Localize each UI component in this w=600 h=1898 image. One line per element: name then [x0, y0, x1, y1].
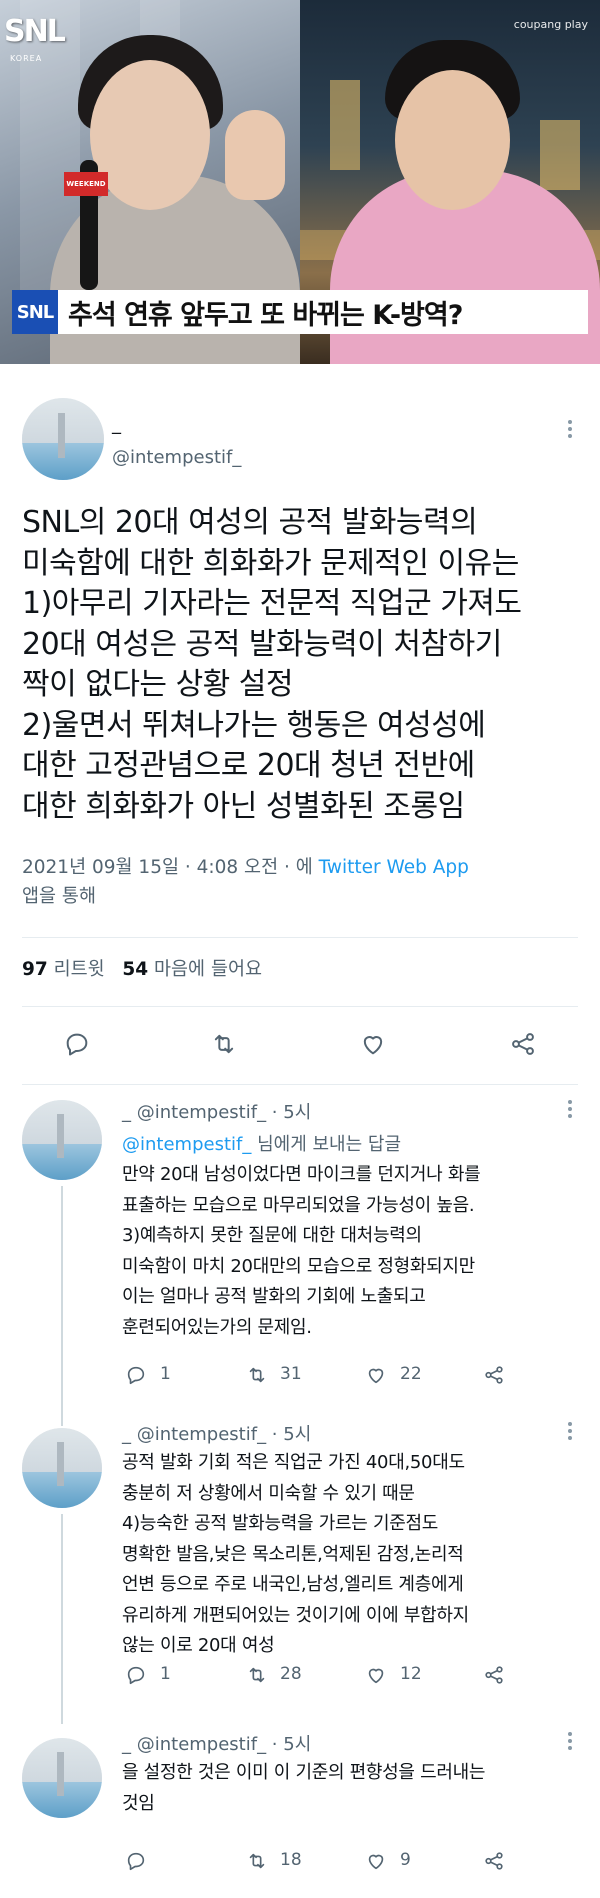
tweet-line: 대한 고정관념으로 20대 청년 전반에	[22, 748, 475, 783]
handle[interactable]: @intempestif_	[112, 447, 241, 468]
avatar[interactable]	[22, 1738, 102, 1818]
retweet-count[interactable]: 97	[22, 959, 48, 980]
divider	[22, 1006, 578, 1007]
more-icon[interactable]	[568, 1422, 574, 1443]
share-icon[interactable]	[482, 1364, 506, 1386]
city-lights	[540, 120, 580, 190]
reply-line: 3)예측하지 못한 질문에 대한 대처능력의	[122, 1225, 422, 1246]
like-count: 12	[400, 1664, 422, 1684]
tweet-meta: 2021년 09월 15일 · 4:08 오전 · 에 Twitter Web …	[22, 853, 582, 911]
reply-icon[interactable]	[124, 1364, 148, 1386]
reply-line: 것임	[122, 1792, 155, 1814]
reply-icon[interactable]	[124, 1664, 148, 1686]
tweet-line: 미숙함에 대한 희화화가 문제적인 이유는	[22, 545, 519, 581]
thread-line	[61, 1514, 63, 1724]
engagement-stats: 97 리트윗 54 마음에 들어요	[22, 955, 262, 981]
mic-flag: WEEKEND	[64, 172, 108, 196]
tweet-line: 1)아무리 기자라는 전문적 직업군 가져도	[22, 586, 522, 621]
reply-line: 명확한 발음,낮은 목소리톤,억제된 감정,논리적	[122, 1543, 464, 1565]
source-app-link[interactable]: Twitter Web App	[319, 857, 469, 878]
reply-text: 을 설정한 것은 이미 이 기준의 편향성을 드러내는 것임	[122, 1758, 485, 1819]
more-icon[interactable]	[568, 420, 574, 441]
reply-count: 1	[160, 1364, 171, 1384]
retweet-count: 18	[280, 1850, 302, 1870]
replying-to-suffix: 님에게 보내는 답글	[257, 1134, 402, 1155]
reply-text: 공적 발화 기회 적은 직업군 가진 40대,50대도 충분히 저 상황에서 미…	[122, 1448, 469, 1662]
retweet-icon[interactable]	[244, 1364, 270, 1386]
like-icon[interactable]	[364, 1364, 388, 1386]
mention-link[interactable]: @intempestif_	[122, 1134, 251, 1155]
divider	[22, 1084, 578, 1085]
reply-line: 충분히 저 상황에서 미숙할 수 있기 때문	[122, 1482, 415, 1504]
retweet-label[interactable]: 리트윗	[54, 959, 105, 980]
like-icon[interactable]	[364, 1850, 388, 1872]
tweet-line: 2)울면서 뛰쳐나가는 행동은 여성성에	[22, 707, 486, 743]
like-count[interactable]: 54	[122, 959, 148, 980]
city-lights	[330, 80, 360, 170]
reply-line: 표출하는 모습으로 마무리되었을 가능성이 높음.	[122, 1194, 475, 1216]
retweet-icon[interactable]	[208, 1030, 240, 1058]
header-screenshot: WEEKEND SNL KOREA coupang play SNL 추석 연휴…	[0, 0, 600, 364]
timestamp[interactable]: 2021년 09월 15일 · 4:08 오전 · 에	[22, 857, 313, 878]
reply-line: 이는 얼마나 공적 발화의 기회에 노출되고	[122, 1286, 426, 1307]
reply-line: 만약 20대 남성이었다면 마이크를 던지거나 화를	[122, 1164, 481, 1185]
avatar[interactable]	[22, 1428, 102, 1508]
retweet-icon[interactable]	[244, 1664, 270, 1686]
reply-header[interactable]: _ @intempestif_ · 5시	[122, 1730, 311, 1756]
tweet-line: 20대 여성은 공적 발화능력이 처참하기	[22, 626, 502, 662]
display-name[interactable]: _	[112, 414, 121, 435]
coupang-play-watermark: coupang play	[513, 18, 588, 31]
reply-count: 1	[160, 1664, 171, 1684]
reply-line: 4)능숙한 공적 발화능력을 가르는 기준점도	[122, 1513, 438, 1534]
share-icon[interactable]	[482, 1850, 506, 1872]
snl-logo: SNL	[4, 14, 66, 49]
tweet-line: 짝이 없다는 상황 설정	[22, 667, 294, 702]
retweet-icon[interactable]	[244, 1850, 270, 1872]
reply-line: 유리하게 개편되어있는 것이기에 이에 부합하지	[122, 1604, 469, 1626]
like-count: 9	[400, 1850, 411, 1870]
source-app-suffix: 앱을 통해	[22, 886, 96, 907]
caption-badge: SNL	[12, 290, 58, 334]
reply-line: 공적 발화 기회 적은 직업군 가진 40대,50대도	[122, 1452, 465, 1473]
news-caption-bar: SNL 추석 연휴 앞두고 또 바뀌는 K-방역?	[12, 290, 588, 334]
thread-line	[61, 1186, 63, 1426]
replying-to: @intempestif_ 님에게 보내는 답글	[122, 1130, 401, 1156]
reply-line: 을 설정한 것은 이미 이 기준의 편향성을 드러내는	[122, 1762, 486, 1783]
reply-header[interactable]: _ @intempestif_ · 5시	[122, 1420, 311, 1446]
reply-line: 않는 이로 20대 여성	[122, 1635, 275, 1656]
snl-logo-sub: KOREA	[10, 54, 43, 63]
like-icon[interactable]	[358, 1030, 388, 1058]
share-icon[interactable]	[482, 1664, 506, 1686]
more-icon[interactable]	[568, 1100, 574, 1121]
caption-text: 추석 연휴 앞두고 또 바뀌는 K-방역?	[68, 299, 463, 331]
tweet-line: SNL의 20대 여성의 공적 발화능력의	[22, 505, 478, 540]
more-icon[interactable]	[568, 1732, 574, 1753]
reporter-face	[90, 60, 210, 210]
reply-line: 언변 등으로 주로 내국인,남성,엘리트 계층에게	[122, 1574, 464, 1595]
share-icon[interactable]	[508, 1030, 538, 1058]
like-icon[interactable]	[364, 1664, 388, 1686]
tweet-text: SNL의 20대 여성의 공적 발화능력의 미숙함에 대한 희화화가 문제적인 …	[22, 503, 582, 827]
reply-icon[interactable]	[124, 1850, 148, 1872]
like-count: 22	[400, 1364, 422, 1384]
avatar[interactable]	[22, 1100, 102, 1180]
reply-line: 미숙함이 마치 20대만의 모습으로 정형화되지만	[122, 1255, 475, 1277]
divider	[22, 937, 578, 938]
tweet-line: 대한 희화화가 아닌 성별화된 조롱임	[22, 788, 465, 824]
reply-text: 만약 20대 남성이었다면 마이크를 던지거나 화를 표출하는 모습으로 마무리…	[122, 1160, 481, 1343]
reply-icon[interactable]	[62, 1030, 92, 1058]
anchor-face	[395, 70, 510, 210]
retweet-count: 28	[280, 1664, 302, 1684]
retweet-count: 31	[280, 1364, 302, 1384]
like-label[interactable]: 마음에 들어요	[154, 959, 262, 980]
reply-header[interactable]: _ @intempestif_ · 5시	[122, 1098, 311, 1124]
reply-line: 훈련되어있는가의 문제임.	[122, 1316, 312, 1338]
avatar[interactable]	[22, 398, 104, 480]
raised-hand	[225, 110, 285, 200]
